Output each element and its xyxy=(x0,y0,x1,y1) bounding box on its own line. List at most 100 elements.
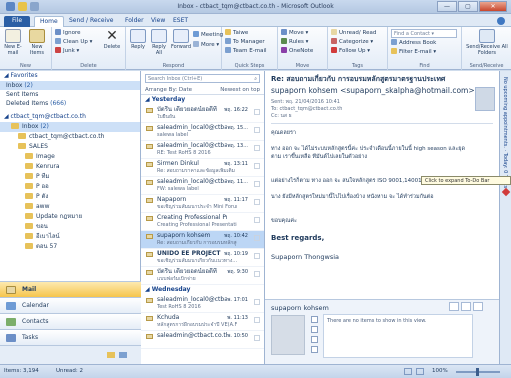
close-button[interactable]: ✕ xyxy=(479,1,507,12)
mail-filter-icon[interactable] xyxy=(311,326,318,333)
folder-item[interactable]: อีเบาไลน์ xyxy=(0,232,140,242)
flag-icon[interactable] xyxy=(254,163,260,169)
all-items-icon[interactable] xyxy=(311,316,318,323)
nav-mail-button[interactable]: Mail xyxy=(0,281,141,297)
tab-home[interactable]: Home xyxy=(34,16,64,27)
meetings-icon[interactable] xyxy=(311,346,318,353)
tab-view[interactable]: View xyxy=(146,16,170,27)
flag-icon[interactable] xyxy=(254,109,260,115)
expand-arrow-icon[interactable] xyxy=(501,187,511,197)
folder-list-icon[interactable] xyxy=(107,352,115,358)
folder-item[interactable]: SALES xyxy=(0,142,140,152)
folder-item[interactable]: Kenrura xyxy=(0,162,140,172)
date-group-header[interactable]: ◢ Wednesday xyxy=(141,285,264,295)
favorite-sent-items[interactable]: Sent Items xyxy=(0,90,140,99)
help-icon[interactable] xyxy=(497,17,505,25)
message-row[interactable]: saleadmin@ctbact.co.th พ. 10:50 xyxy=(141,331,264,349)
onenote-button[interactable]: OneNote xyxy=(281,47,313,55)
address-book-button[interactable]: Address Book xyxy=(391,39,436,47)
flag-icon[interactable] xyxy=(254,299,260,305)
quickstep-taiwe[interactable]: Taiwe xyxy=(225,29,248,37)
favorite-deleted-items[interactable]: Deleted Items (666) xyxy=(0,99,140,108)
reply-button[interactable]: Reply xyxy=(128,29,148,50)
reply-all-button[interactable]: Reply All xyxy=(149,29,169,56)
flag-icon[interactable] xyxy=(254,127,260,133)
message-sender[interactable]: supaporn kohsem <supaporn_skalpha@hotmai… xyxy=(271,86,475,95)
tab-eset[interactable]: ESET xyxy=(168,16,193,27)
zoom-slider-thumb[interactable] xyxy=(476,368,479,376)
message-row[interactable]: บัตรีน เตียวยอดน์ยอดีที ใบยืนยัน พฤ. 16:22 xyxy=(141,105,264,123)
message-row[interactable]: บัตรีน เตียวยอดน์ยอดีที แบบฟอร์มเบิกจ่าย พ… xyxy=(141,267,264,285)
ignore-button[interactable]: Ignore xyxy=(55,29,81,37)
tab-folder[interactable]: Folder xyxy=(120,16,149,27)
reading-view-icon[interactable] xyxy=(416,368,424,375)
flag-icon[interactable] xyxy=(254,199,260,205)
filter-email-button[interactable]: Filter E-mail ▾ xyxy=(391,48,436,56)
nav-calendar-button[interactable]: Calendar xyxy=(0,297,141,313)
new-email-button[interactable]: New E-mail xyxy=(2,29,24,56)
folder-item[interactable]: Update กฎหมาย xyxy=(0,212,140,222)
message-row[interactable]: saleadmin_local0@ctbact.co.thFW: salewa … xyxy=(141,177,264,195)
search-inbox-input[interactable]: Search Inbox (Ctrl+E) ⌕ xyxy=(145,74,260,83)
more-respond-button[interactable]: More ▾ xyxy=(193,41,219,49)
todo-bar[interactable]: No upcoming appointments. · Today: 0 Tas… xyxy=(499,71,511,364)
favorite-inbox[interactable]: Inbox (2) xyxy=(0,81,140,90)
message-row[interactable]: UNIDO EE PROJECT ขอเชิญร่วมสัมมนาเกี่ยวกั… xyxy=(141,249,264,267)
rules-button[interactable]: Rules ▾ xyxy=(281,38,308,46)
new-items-button[interactable]: New Items xyxy=(26,29,48,56)
quickstep-team-email[interactable]: Team E-mail xyxy=(225,47,267,55)
message-row[interactable]: saleadmin_local0@ctbact.co.thRE: Test Ro… xyxy=(141,141,264,159)
follow-up-button[interactable]: Follow Up ▾ xyxy=(331,47,370,55)
delete-button[interactable]: ✕ Delete xyxy=(100,29,124,50)
folder-item[interactable]: P ออ xyxy=(0,182,140,192)
move-button[interactable]: Move ▾ xyxy=(281,29,308,37)
attachments-icon[interactable] xyxy=(311,336,318,343)
date-group-header[interactable]: ◢ Yesterday xyxy=(141,95,264,105)
search-icon[interactable]: ⌕ xyxy=(254,75,257,83)
tab-send-receive[interactable]: Send / Receive xyxy=(64,16,118,27)
folder-item[interactable]: ตอน 57 xyxy=(0,242,140,252)
message-row[interactable]: Napaporn ขอเชิญร่วมสัมมนาประจำ Mini Forum… xyxy=(141,195,264,213)
message-row[interactable]: saleadmin_local0@ctbact.co.thTest RoHS 8… xyxy=(141,295,264,313)
arrange-by-label[interactable]: Arrange By: Date xyxy=(145,86,192,94)
message-row[interactable]: saleadmin_local0@ctbact.co.thsalewa labe… xyxy=(141,123,264,141)
maximize-button[interactable]: ▢ xyxy=(458,1,478,12)
message-row[interactable]: Kchuda หลักสูตรการฝึกอบรมประจำปี VE(A.F..… xyxy=(141,313,264,331)
flag-icon[interactable] xyxy=(254,181,260,187)
find-contact-input[interactable]: Find a Contact ▾ xyxy=(391,29,457,38)
collapse-icon[interactable] xyxy=(473,302,483,311)
junk-button[interactable]: Junk ▾ xyxy=(55,47,79,55)
shortcuts-icon[interactable] xyxy=(119,352,127,358)
message-row[interactable]: Sirmen Dinkul Re: สอบถามราคาและข้อมูลเพิ่… xyxy=(141,159,264,177)
flag-icon[interactable] xyxy=(254,335,260,341)
categorize-button[interactable]: Categorize ▾ xyxy=(331,38,373,46)
tab-file[interactable]: File xyxy=(4,16,30,27)
favorites-header[interactable]: ◢ Favorites xyxy=(0,71,140,81)
minimize-button[interactable]: — xyxy=(437,1,457,12)
flag-icon[interactable] xyxy=(254,235,260,241)
clean-up-button[interactable]: Clean Up ▾ xyxy=(55,38,92,46)
meeting-button[interactable]: Meeting xyxy=(193,31,223,39)
folder-item[interactable]: P ตัง xyxy=(0,192,140,202)
flag-icon[interactable] xyxy=(254,317,260,323)
quickstep-to-manager[interactable]: To Manager xyxy=(225,38,265,46)
add-contact-icon[interactable] xyxy=(461,302,471,311)
nav-contacts-button[interactable]: Contacts xyxy=(0,313,141,329)
send-receive-all-button[interactable]: Send/Receive All Folders xyxy=(466,29,508,56)
message-row[interactable]: supaporn kohsem Re: สอบถามเกี่ยวกับ การอบ… xyxy=(141,231,264,249)
flag-icon[interactable] xyxy=(254,145,260,151)
folder-item[interactable]: aww xyxy=(0,202,140,212)
normal-view-icon[interactable] xyxy=(404,368,412,375)
folder-item[interactable]: Image xyxy=(0,152,140,162)
folder-item[interactable]: P ทีม xyxy=(0,172,140,182)
folder-item[interactable]: ขอน xyxy=(0,222,140,232)
sort-order[interactable]: Newest on top xyxy=(220,86,260,94)
unread-read-button[interactable]: Unread/ Read xyxy=(331,29,376,37)
folder-item[interactable]: Inbox (2) xyxy=(0,122,140,132)
account-header[interactable]: ◢ ctbact_tqm@ctbact.co.th xyxy=(0,112,140,122)
folder-item[interactable]: ctbact_tqm@ctbact.co.th xyxy=(0,132,140,142)
forward-button[interactable]: Forward xyxy=(170,29,192,50)
arrange-bar[interactable]: Arrange By: Date Newest on top xyxy=(141,86,264,95)
people-icon[interactable] xyxy=(449,302,459,311)
flag-icon[interactable] xyxy=(254,217,260,223)
